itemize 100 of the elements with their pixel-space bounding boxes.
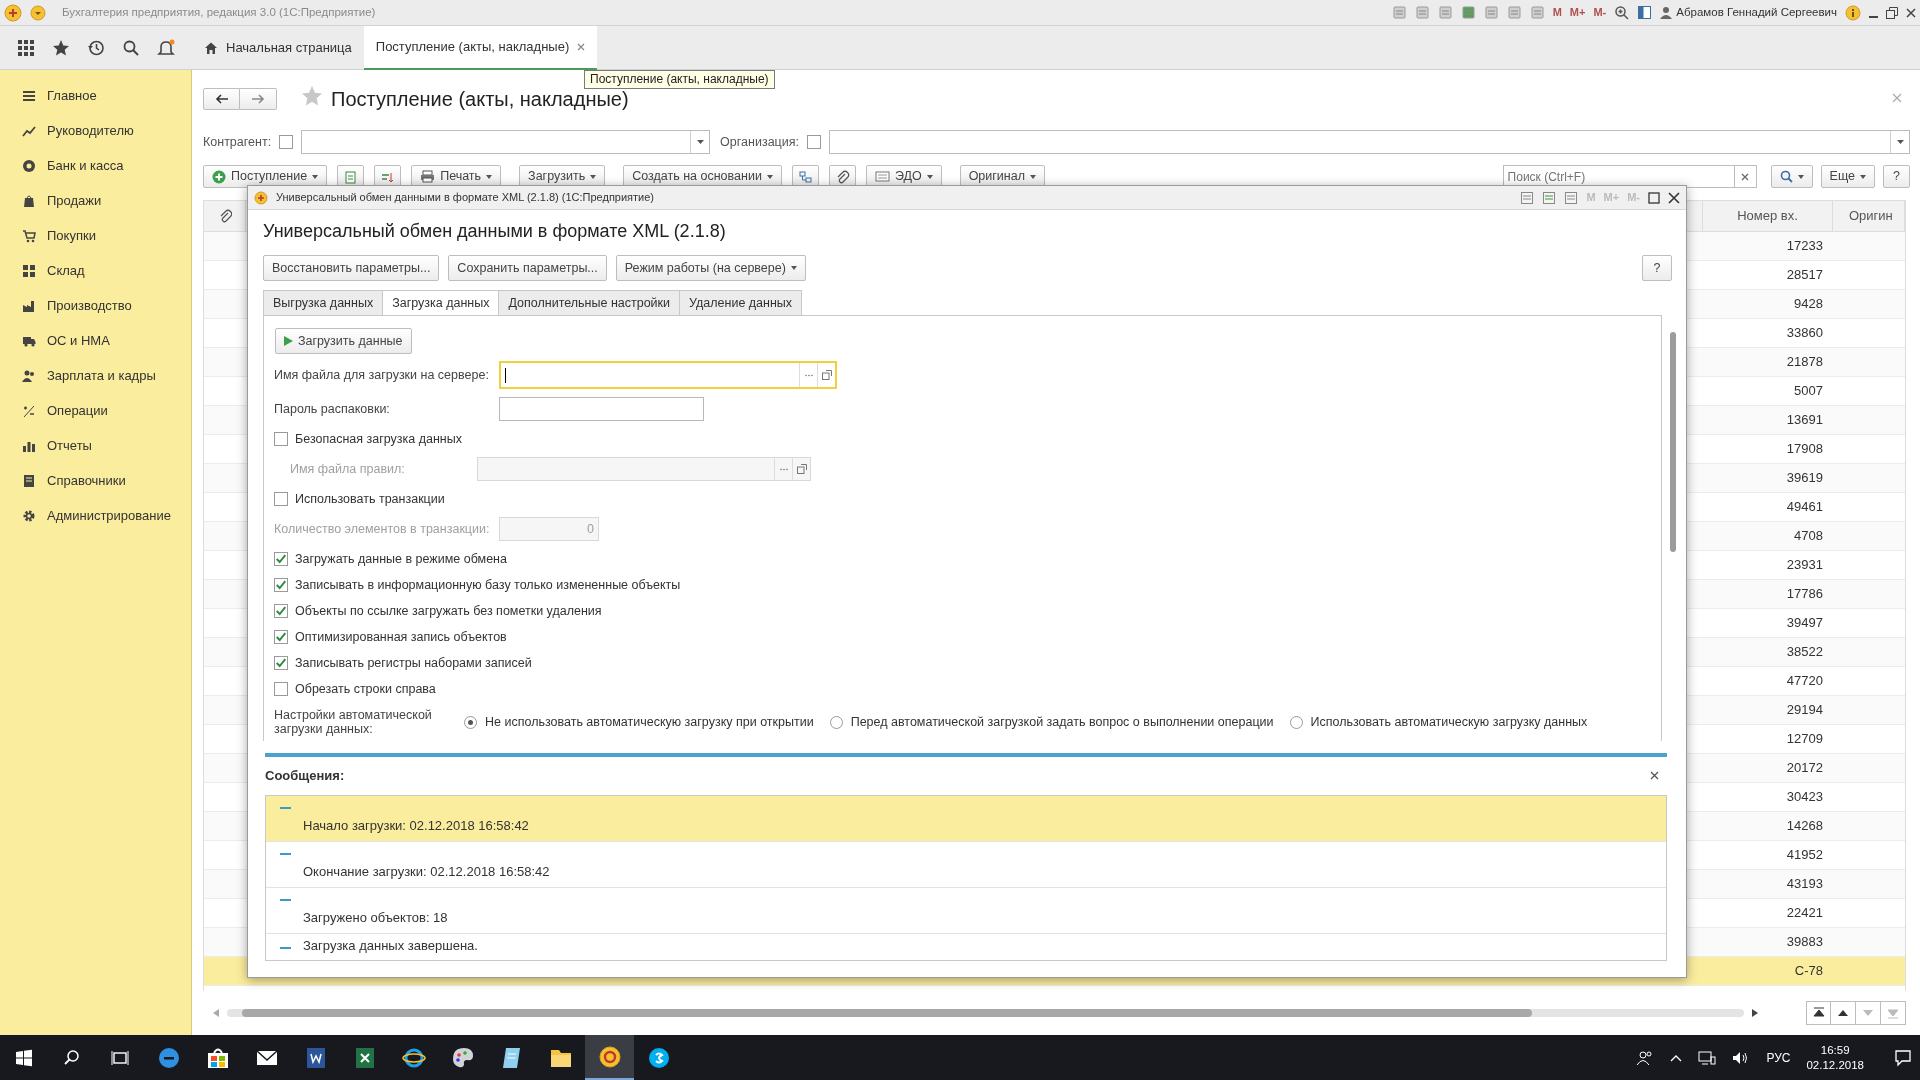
sidebar-item[interactable]: Продажи — [0, 183, 191, 218]
message-text: Загрузка данных завершена. — [303, 937, 478, 955]
checkbox[interactable] — [274, 552, 288, 566]
zoom-button[interactable] — [1614, 5, 1630, 20]
table-cell-text: 33860 — [1785, 324, 1824, 343]
first-button[interactable] — [1806, 1001, 1831, 1025]
coin-icon — [22, 158, 36, 173]
radio-button[interactable] — [464, 715, 477, 729]
minimize-icon — [1869, 15, 1878, 18]
memory-button[interactable]: M+ — [1569, 4, 1586, 21]
sidebar-item[interactable]: Банк и касса — [0, 148, 191, 183]
notifications-button[interactable] — [157, 38, 176, 57]
memory-button[interactable]: M- — [1593, 4, 1607, 21]
sidebar-item[interactable]: Отчеты — [0, 428, 191, 463]
people-button[interactable] — [1636, 1048, 1655, 1067]
table-cell-text: 4708 — [1793, 527, 1824, 546]
factory-icon — [22, 298, 36, 313]
apps-button[interactable] — [16, 38, 35, 57]
header-cell[interactable]: Оригин — [1833, 201, 1905, 232]
search-button[interactable] — [122, 38, 141, 57]
taskbar-app[interactable] — [585, 1035, 634, 1080]
language-indicator[interactable]: РУС — [1766, 1048, 1791, 1067]
table-cell-text: 38522 — [1785, 643, 1824, 662]
button[interactable]: Сохранить параметры... — [448, 255, 607, 281]
up-button[interactable] — [1831, 1001, 1856, 1025]
restore-button[interactable] — [1886, 6, 1898, 19]
more-button[interactable]: Еще — [1820, 165, 1876, 188]
header-cell[interactable]: Номер вх. — [1703, 201, 1833, 232]
tab[interactable]: Дополнительные настройки — [498, 290, 681, 315]
operations-icon — [22, 403, 36, 418]
tab[interactable]: Выгрузка данных — [263, 290, 384, 315]
button[interactable]: Восстановить параметры... — [263, 255, 440, 281]
radio-button[interactable] — [1289, 715, 1303, 729]
tab[interactable]: Удаление данных — [679, 290, 803, 315]
tab[interactable]: Начальная страница — [192, 26, 364, 70]
checkbox[interactable] — [274, 682, 288, 696]
table-cell-text: 20172 — [1785, 759, 1824, 778]
sidebar-item[interactable]: Руководителю — [0, 113, 191, 148]
maximize-button[interactable] — [1648, 191, 1660, 204]
favorites-button[interactable] — [51, 38, 70, 57]
message-row[interactable]: Загрузка данных завершена. — [266, 934, 1666, 960]
tab[interactable]: Поступление (акты, накладные) — [363, 26, 598, 70]
user-button[interactable]: Абрамов Геннадий Сергеевич — [1660, 3, 1837, 22]
bell-icon — [157, 38, 176, 57]
sidebar-item[interactable]: ОС и НМА — [0, 323, 191, 358]
close-button[interactable] — [1906, 7, 1916, 18]
load-button[interactable]: Загрузить данные — [275, 328, 412, 354]
select-field[interactable] — [829, 130, 1910, 154]
scrollbar[interactable] — [227, 1009, 1744, 1017]
checkbox[interactable] — [274, 630, 288, 644]
network-button[interactable] — [1698, 1049, 1717, 1066]
input-field[interactable] — [499, 361, 837, 389]
sidebar-item[interactable]: Производство — [0, 288, 191, 323]
sidebar-item[interactable]: Зарплата и кадры — [0, 358, 191, 393]
checkbox[interactable] — [279, 135, 294, 149]
message-row[interactable]: Загружено объектов: 18 — [266, 888, 1666, 934]
history-button[interactable] — [86, 38, 105, 57]
radio-button[interactable] — [829, 715, 843, 729]
menu-button[interactable] — [30, 4, 46, 21]
select-field[interactable] — [301, 130, 711, 154]
table-cell-text: 47720 — [1785, 672, 1824, 691]
close-button[interactable] — [1668, 191, 1680, 204]
button[interactable]: Режим работы (на сервере) — [615, 255, 806, 281]
input-field[interactable] — [499, 397, 704, 421]
app-menu-button[interactable] — [4, 3, 22, 22]
info-button[interactable] — [1845, 4, 1861, 21]
tray-expand-button[interactable] — [1670, 1053, 1683, 1062]
checkbox-label: Записывать регистры наборами записей — [295, 654, 532, 672]
radio-label: Перед автоматической загрузкой задать вопрос о выполнении операции — [850, 713, 1274, 731]
sidebar-item[interactable]: Склад — [0, 253, 191, 288]
memory-button[interactable]: M — [1552, 4, 1562, 21]
sidebar-item[interactable]: Администрирование — [0, 498, 191, 533]
checkbox[interactable] — [274, 656, 288, 670]
sidebar-item[interactable]: Справочники — [0, 463, 191, 498]
checkbox[interactable] — [274, 604, 288, 618]
scroll-left-icon — [213, 1009, 219, 1017]
clock[interactable]: 16:59 02.12.2018 — [1806, 1043, 1864, 1072]
table-cell-text: 30423 — [1785, 788, 1824, 807]
table-cell-text: 39883 — [1785, 933, 1824, 952]
help-button[interactable]: ? — [1642, 255, 1672, 281]
panel-button[interactable] — [1637, 5, 1653, 20]
sidebar-item[interactable]: Операции — [0, 393, 191, 428]
help-button[interactable]: ? — [1883, 165, 1910, 188]
sidebar-item[interactable]: Покупки — [0, 218, 191, 253]
close-button[interactable] — [1650, 771, 1659, 781]
message-row[interactable]: Начало загрузки: 02.12.2018 16:58:42 — [266, 796, 1666, 842]
sidebar-item[interactable]: Главное — [0, 78, 191, 113]
checkbox[interactable] — [274, 578, 288, 592]
clear-icon — [1741, 172, 1750, 181]
checkbox[interactable] — [807, 135, 821, 149]
checkbox[interactable] — [274, 492, 288, 506]
close-icon — [1892, 93, 1902, 104]
clear-button[interactable] — [1734, 165, 1757, 188]
caret-icon — [696, 140, 704, 144]
caret-icon — [1860, 174, 1867, 179]
message-row[interactable]: Окончание загрузки: 02.12.2018 16:58:42 — [266, 842, 1666, 888]
caret-icon — [766, 174, 773, 179]
checkbox[interactable] — [274, 432, 288, 446]
back-button[interactable] — [203, 88, 240, 110]
header-cell[interactable] — [204, 201, 246, 232]
